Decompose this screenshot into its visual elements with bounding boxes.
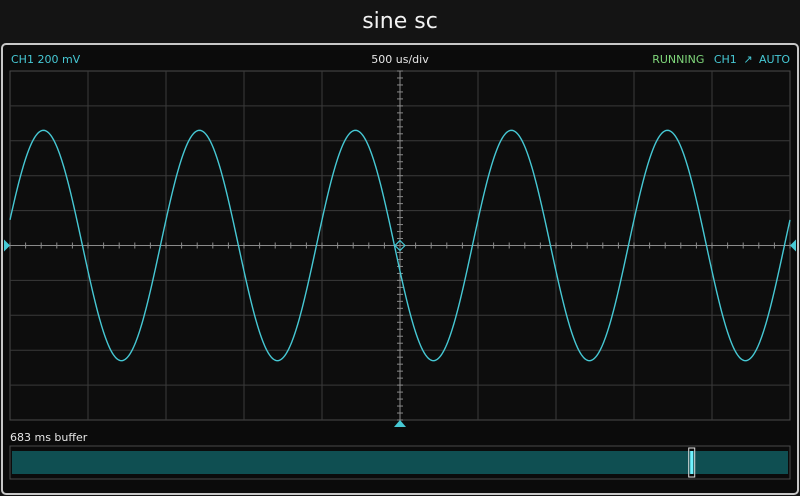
scope-display <box>4 70 796 480</box>
ground-level-marker-icon <box>4 239 10 252</box>
trigger-position-marker-icon <box>394 420 406 427</box>
trigger-level-marker-icon <box>790 239 796 252</box>
buffer-view-indicator <box>690 451 694 474</box>
buffer-label: 683 ms buffer <box>10 431 88 444</box>
buffer-waveform-fill <box>12 451 788 474</box>
oscilloscope-app: sine sc CH1 200 mV 500 us/div RUNNING CH… <box>0 0 800 496</box>
